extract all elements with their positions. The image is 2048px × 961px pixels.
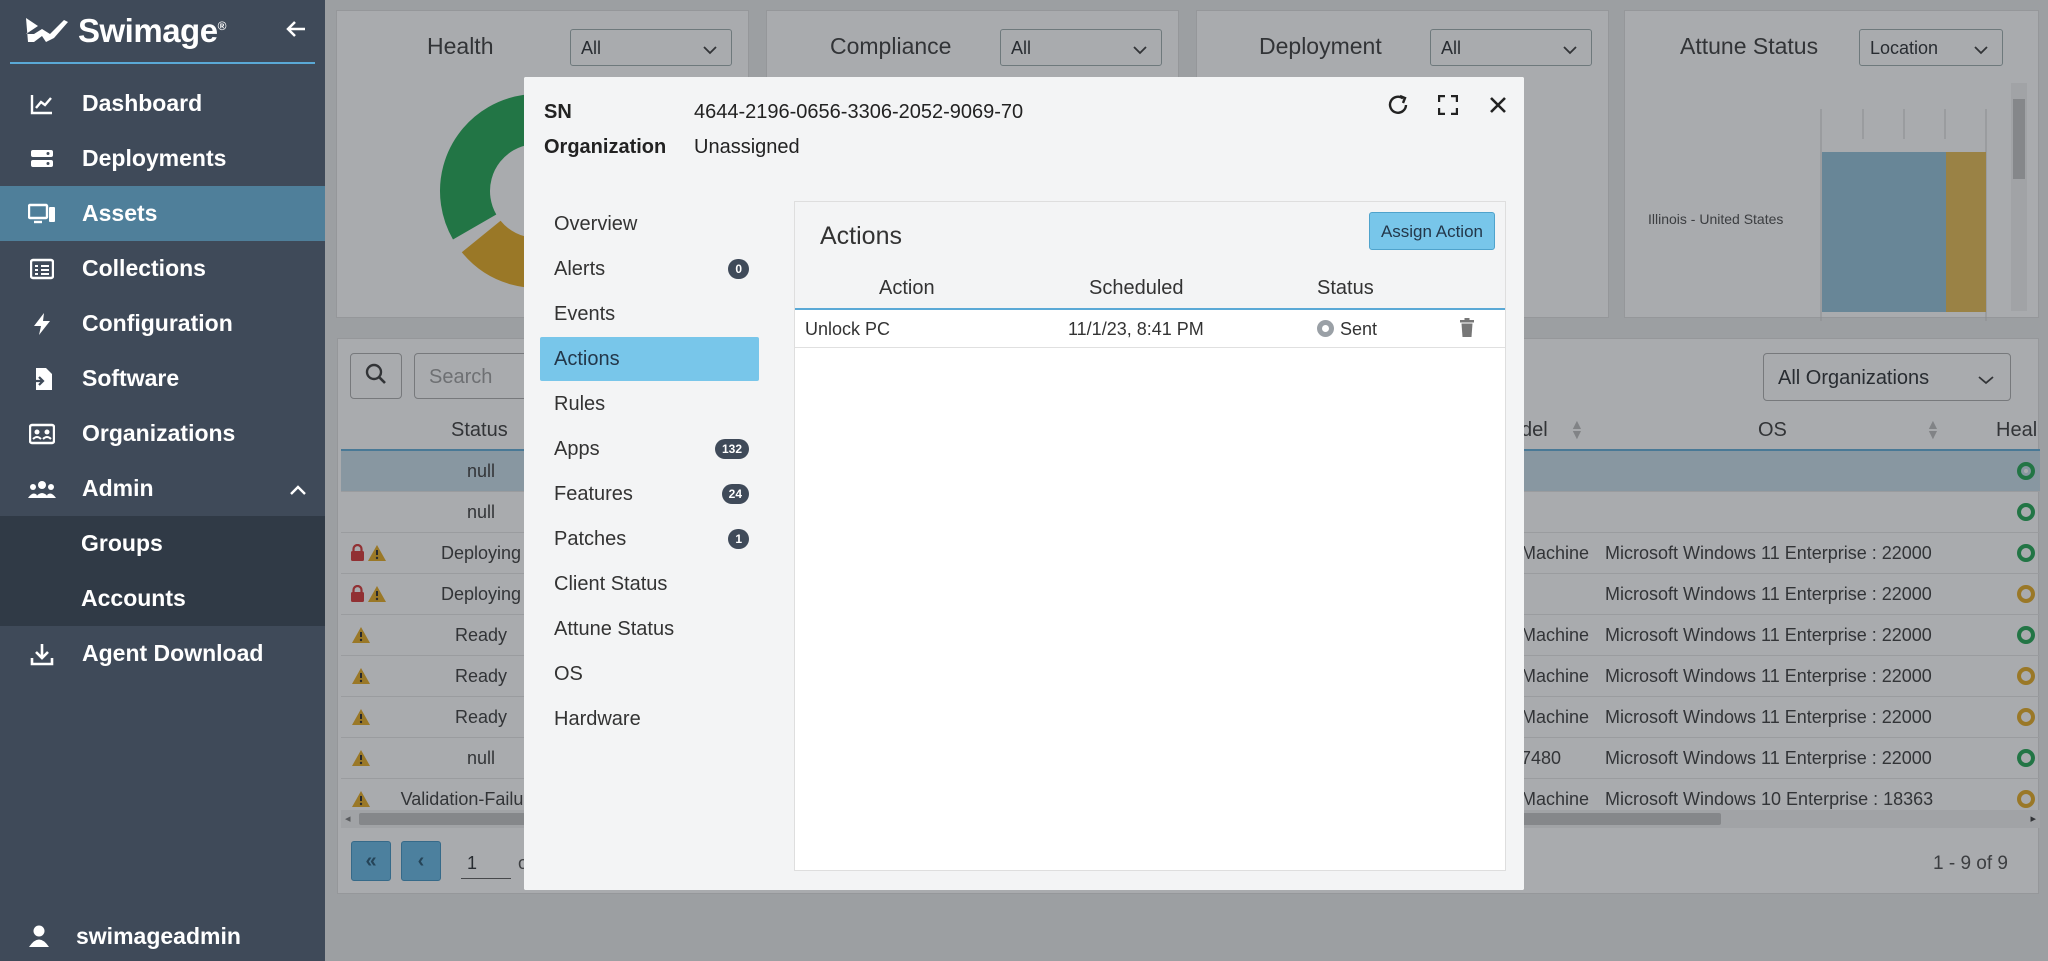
sidebar-item-dashboard[interactable]: Dashboard bbox=[0, 76, 325, 131]
modal-nav-label: Events bbox=[554, 303, 616, 325]
modal-nav-os[interactable]: OS bbox=[540, 652, 759, 696]
expand-icon[interactable] bbox=[1434, 91, 1462, 119]
modal-nav-label: Hardware bbox=[554, 708, 641, 730]
asset-detail-modal: SN 4644-2196-0656-3306-2052-9069-70 Orga… bbox=[524, 77, 1524, 890]
modal-nav-hardware[interactable]: Hardware bbox=[540, 697, 759, 741]
sidebar-item-label: Admin bbox=[82, 475, 154, 501]
modal-nav-label: Overview bbox=[554, 213, 638, 235]
column-header-action[interactable]: Action bbox=[879, 277, 935, 300]
organization-label: Organization bbox=[544, 136, 667, 158]
sidebar-item-label: Deployments bbox=[82, 145, 227, 171]
modal-nav-label: Rules bbox=[554, 393, 606, 415]
server-icon bbox=[28, 145, 56, 173]
sn-value: 4644-2196-0656-3306-2052-9069-70 bbox=[694, 101, 1024, 123]
swimage-logo-icon bbox=[24, 12, 70, 51]
sidebar-item-assets[interactable]: Assets bbox=[0, 186, 325, 241]
sidebar-item-label: Software bbox=[82, 365, 180, 391]
modal-nav-actions[interactable]: Actions bbox=[540, 337, 759, 381]
sidebar-item-groups[interactable]: Groups bbox=[0, 516, 325, 571]
arrow-left-icon[interactable] bbox=[285, 16, 307, 47]
logo-row: Swimage® bbox=[10, 0, 315, 64]
id-card-icon bbox=[28, 420, 56, 448]
bolt-icon bbox=[28, 310, 56, 338]
sidebar-item-software[interactable]: Software bbox=[0, 351, 325, 406]
sidebar-item-label: Organizations bbox=[82, 420, 236, 446]
modal-nav-patches[interactable]: Patches 1 bbox=[540, 517, 759, 561]
actions-card: Actions Assign Action Action Scheduled S… bbox=[794, 201, 1506, 871]
sidebar: Swimage® Dashboard Deployments Assets Co… bbox=[0, 0, 325, 961]
status-sent-icon bbox=[1317, 320, 1334, 337]
sidebar-item-organizations[interactable]: Organizations bbox=[0, 406, 325, 461]
sidebar-item-label: Assets bbox=[82, 200, 158, 226]
count-badge: 24 bbox=[721, 484, 749, 504]
sidebar-item-label: Accounts bbox=[81, 585, 186, 611]
download-icon bbox=[28, 640, 56, 668]
modal-nav-label: Attune Status bbox=[554, 618, 675, 640]
sn-label: SN bbox=[544, 101, 572, 123]
table-row[interactable]: Unlock PC 11/1/23, 8:41 PM Sent bbox=[795, 310, 1505, 348]
count-badge: 1 bbox=[728, 529, 749, 549]
admin-subnav: Groups Accounts bbox=[0, 516, 325, 626]
username: swimageadmin bbox=[76, 922, 241, 949]
modal-nav-label: OS bbox=[554, 663, 583, 685]
user-icon bbox=[28, 924, 50, 948]
sidebar-nav: Dashboard Deployments Assets Collections… bbox=[0, 76, 325, 681]
organization-value: Unassigned bbox=[694, 136, 800, 158]
actions-title: Actions bbox=[820, 222, 902, 250]
file-import-icon bbox=[28, 365, 56, 393]
modal-content: Actions Assign Action Action Scheduled S… bbox=[774, 182, 1524, 890]
modal-nav-overview[interactable]: Overview bbox=[540, 202, 759, 246]
sidebar-item-label: Dashboard bbox=[82, 90, 203, 116]
modal-nav-alerts[interactable]: Alerts 0 bbox=[540, 247, 759, 291]
action-status: Sent bbox=[1317, 319, 1377, 340]
chart-line-icon bbox=[28, 90, 56, 118]
action-name: Unlock PC bbox=[805, 319, 891, 339]
column-header-scheduled[interactable]: Scheduled bbox=[1089, 277, 1184, 300]
modal-nav-label: Actions bbox=[554, 348, 620, 370]
modal-nav-attune-status[interactable]: Attune Status bbox=[540, 607, 759, 651]
sidebar-item-admin[interactable]: Admin bbox=[0, 461, 325, 516]
action-scheduled: 11/1/23, 8:41 PM bbox=[1068, 319, 1204, 339]
assign-action-button[interactable]: Assign Action bbox=[1368, 212, 1495, 250]
users-icon bbox=[28, 475, 56, 503]
modal-nav-label: Client Status bbox=[554, 573, 668, 595]
sidebar-item-agent-download[interactable]: Agent Download bbox=[0, 626, 325, 681]
user-menu[interactable]: swimageadmin bbox=[0, 911, 325, 961]
sidebar-item-deployments[interactable]: Deployments bbox=[0, 131, 325, 186]
trash-icon[interactable] bbox=[1459, 318, 1475, 342]
chevron-up-icon[interactable] bbox=[289, 475, 307, 502]
close-icon[interactable] bbox=[1484, 91, 1512, 119]
count-badge: 132 bbox=[714, 439, 749, 459]
refresh-icon[interactable] bbox=[1384, 91, 1412, 119]
modal-nav-client-status[interactable]: Client Status bbox=[540, 562, 759, 606]
desktop-icon bbox=[28, 200, 56, 228]
modal-header: SN 4644-2196-0656-3306-2052-9069-70 Orga… bbox=[524, 77, 1524, 182]
modal-nav-label: Features bbox=[554, 483, 633, 505]
modal-nav: Overview Alerts 0 Events Actions Rules Apps 132… bbox=[524, 182, 774, 890]
sidebar-item-label: Collections bbox=[82, 255, 206, 281]
list-icon bbox=[28, 255, 56, 283]
sidebar-item-label: Groups bbox=[81, 530, 163, 556]
sidebar-item-label: Configuration bbox=[82, 310, 233, 336]
modal-nav-rules[interactable]: Rules bbox=[540, 382, 759, 426]
modal-nav-label: Alerts bbox=[554, 258, 606, 280]
sidebar-item-collections[interactable]: Collections bbox=[0, 241, 325, 296]
modal-nav-label: Patches bbox=[554, 528, 627, 550]
column-header-status[interactable]: Status bbox=[1317, 277, 1374, 300]
count-badge: 0 bbox=[728, 259, 749, 279]
sidebar-item-accounts[interactable]: Accounts bbox=[0, 571, 325, 626]
modal-nav-apps[interactable]: Apps 132 bbox=[540, 427, 759, 471]
logo-text: Swimage® bbox=[78, 12, 226, 49]
sidebar-item-configuration[interactable]: Configuration bbox=[0, 296, 325, 351]
sidebar-item-label: Agent Download bbox=[82, 640, 264, 666]
modal-nav-events[interactable]: Events bbox=[540, 292, 759, 336]
modal-nav-features[interactable]: Features 24 bbox=[540, 472, 759, 516]
modal-nav-label: Apps bbox=[554, 438, 600, 460]
